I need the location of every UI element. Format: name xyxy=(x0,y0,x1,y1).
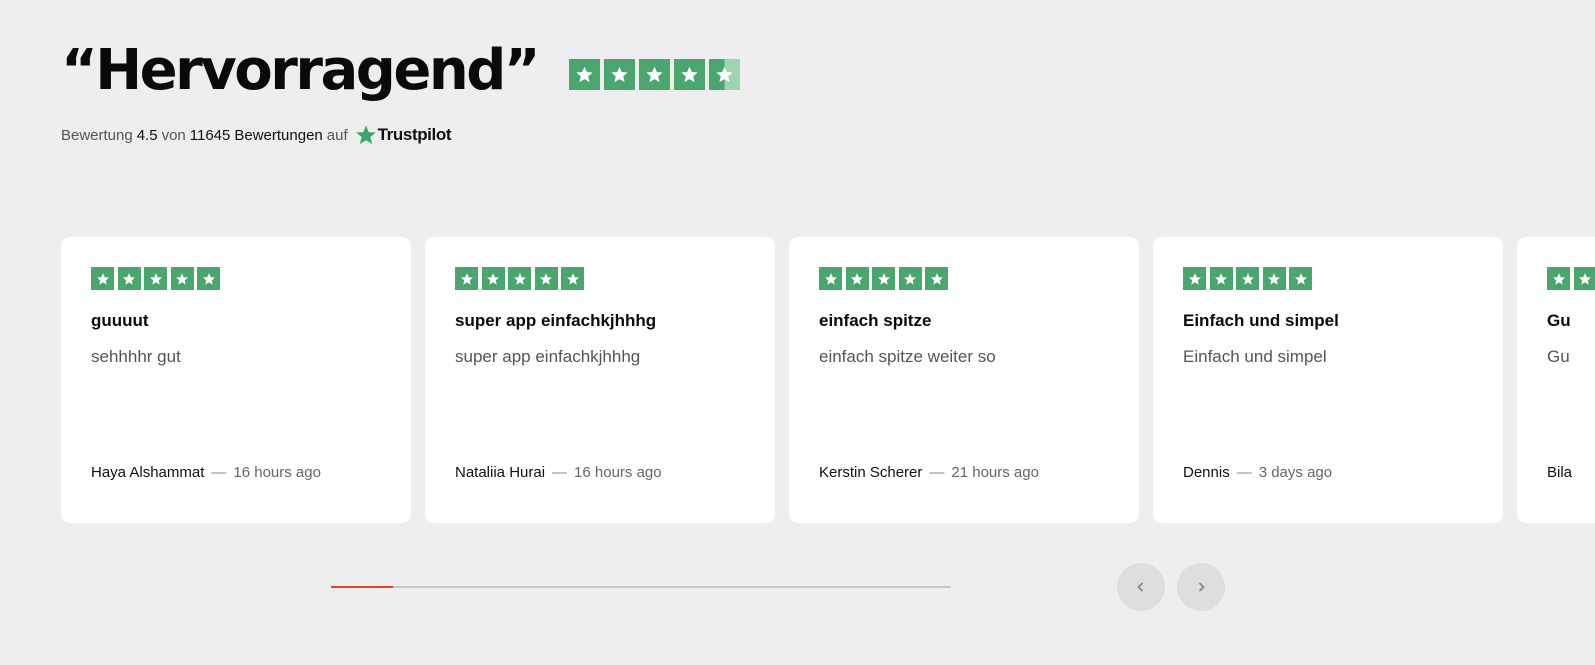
star-icon xyxy=(898,267,922,290)
star-icon xyxy=(1289,267,1312,290)
review-star-rating xyxy=(91,267,381,290)
review-card[interactable]: einfach spitze einfach spitze weiter so Ke… xyxy=(789,237,1139,523)
star-icon xyxy=(561,267,584,290)
star-icon xyxy=(569,58,601,90)
review-meta: Haya Alshammat — 16 hours ago xyxy=(91,464,321,481)
review-title: guuuut xyxy=(91,311,149,330)
chevron-right-icon xyxy=(1198,582,1205,592)
separator: — xyxy=(211,464,227,481)
trustpilot-wordmark: Trustpilot xyxy=(377,125,452,144)
prev-button[interactable] xyxy=(1117,563,1165,611)
review-meta: Nataliia Hurai — 16 hours ago xyxy=(455,464,662,481)
review-text: einfach spitze weiter so xyxy=(819,347,996,366)
chevron-left-icon xyxy=(1137,582,1144,592)
star-icon xyxy=(925,267,948,290)
overall-star-rating xyxy=(569,58,744,90)
reviews-word: Bewertungen xyxy=(234,126,323,144)
review-star-rating xyxy=(1547,267,1595,290)
star-icon xyxy=(455,267,478,290)
star-icon xyxy=(639,58,671,90)
star-icon xyxy=(604,58,636,90)
trustpilot-star-icon xyxy=(355,125,376,145)
review-star-rating xyxy=(819,267,1109,290)
review-card[interactable]: super app einfachkjhhhg super app einfach… xyxy=(425,237,775,523)
review-author: Nataliia Hurai xyxy=(455,464,546,481)
review-author: Haya Alshammat xyxy=(91,464,205,481)
review-author: Dennis xyxy=(1183,464,1230,481)
separator: — xyxy=(1236,464,1252,481)
next-button[interactable] xyxy=(1177,563,1225,611)
star-icon xyxy=(170,267,194,290)
star-icon xyxy=(144,267,167,290)
review-time: 21 hours ago xyxy=(951,464,1039,481)
review-time: 3 days ago xyxy=(1258,464,1333,481)
star-icon xyxy=(845,267,869,290)
star-icon xyxy=(819,267,842,290)
review-card[interactable]: guuuut sehhhhr gut Haya Alshammat — 16 hours… xyxy=(61,237,411,523)
review-meta: Kerstin Scherer — 21 hours ago xyxy=(819,464,1039,481)
review-meta: Dennis — 3 days ago xyxy=(1183,464,1332,481)
review-meta: Bila xyxy=(1547,464,1572,481)
review-text: sehhhhr gut xyxy=(91,347,181,366)
rating-summary: Bewertung 4.5 von 11645 Bewertungen auf … xyxy=(61,124,744,146)
star-icon xyxy=(1573,267,1595,290)
carousel-progress-fill xyxy=(331,586,393,588)
review-title: Einfach und simpel xyxy=(1183,311,1339,330)
review-count: 11645 xyxy=(189,126,231,144)
review-author: Bila xyxy=(1547,464,1573,481)
star-icon xyxy=(197,267,220,290)
star-icon xyxy=(91,267,114,290)
review-time: 16 hours ago xyxy=(574,464,662,481)
star-icon xyxy=(481,267,505,290)
review-text: Einfach und simpel xyxy=(1183,347,1327,366)
review-card[interactable]: Gu Gu Bila xyxy=(1517,237,1595,523)
carousel-progress-track xyxy=(331,586,951,588)
review-title: super app einfachkjhhhg xyxy=(455,311,657,330)
review-star-rating xyxy=(455,267,745,290)
rating-title: “Hervorragend” xyxy=(61,38,541,103)
trustpilot-logo[interactable]: Trustpilot xyxy=(355,124,455,146)
star-icon xyxy=(1209,267,1233,290)
star-icon xyxy=(1262,267,1286,290)
star-icon xyxy=(872,267,895,290)
separator: — xyxy=(929,464,945,481)
review-time: 16 hours ago xyxy=(233,464,321,481)
review-title: Gu xyxy=(1547,311,1571,330)
rating-header: “Hervorragend” Bewertung 4.5 von 11645 B… xyxy=(61,36,744,146)
star-icon xyxy=(1236,267,1259,290)
star-icon xyxy=(534,267,558,290)
star-icon xyxy=(1547,267,1570,290)
rating-prefix: Bewertung xyxy=(61,126,133,144)
rating-of-word: von xyxy=(161,126,186,144)
reviews-carousel: guuuut sehhhhr gut Haya Alshammat — 16 hours… xyxy=(61,237,1595,523)
on-word: auf xyxy=(326,126,348,144)
separator: — xyxy=(552,464,568,481)
rating-value: 4.5 xyxy=(136,126,158,144)
review-text: super app einfachkjhhhg xyxy=(455,347,641,366)
review-title: einfach spitze xyxy=(819,311,932,330)
review-card[interactable]: Einfach und simpel Einfach und simpel Denn… xyxy=(1153,237,1503,523)
review-star-rating xyxy=(1183,267,1473,290)
star-icon xyxy=(117,267,141,290)
review-text: Gu xyxy=(1547,347,1570,366)
star-icon xyxy=(508,267,531,290)
star-icon xyxy=(674,58,706,90)
star-icon xyxy=(1183,267,1206,290)
review-author: Kerstin Scherer xyxy=(819,464,923,481)
star-icon xyxy=(709,58,741,90)
title-row: “Hervorragend” xyxy=(61,36,744,106)
